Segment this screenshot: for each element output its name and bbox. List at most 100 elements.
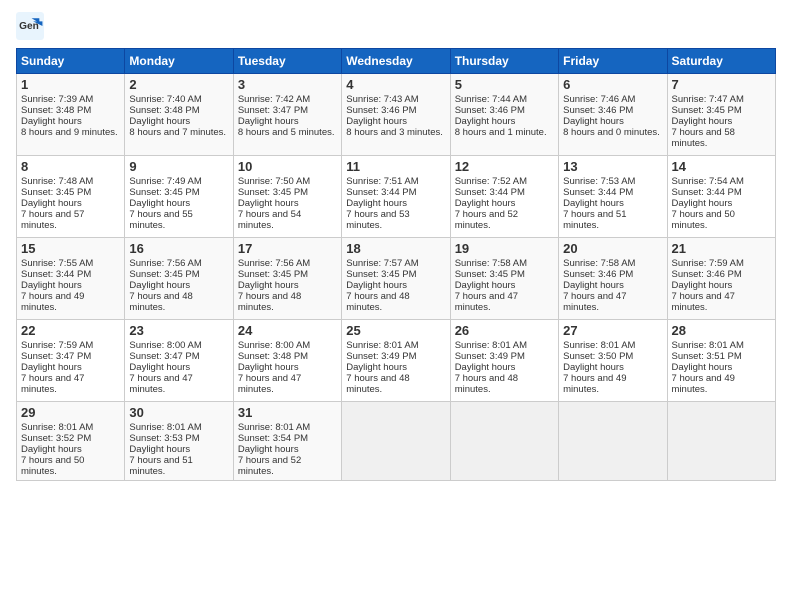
table-row: 21 Sunrise: 7:59 AM Sunset: 3:46 PM Dayl…	[667, 238, 775, 320]
daylight-value: 7 hours and 47 minutes.	[238, 373, 301, 395]
daylight-label: Daylight hours	[238, 116, 299, 127]
daylight-value: 7 hours and 54 minutes.	[238, 209, 301, 231]
calendar-week-row: 15 Sunrise: 7:55 AM Sunset: 3:44 PM Dayl…	[17, 238, 776, 320]
daylight-value: 8 hours and 3 minutes.	[346, 127, 443, 138]
day-number: 17	[238, 241, 337, 256]
daylight-value: 7 hours and 48 minutes.	[129, 291, 192, 313]
daylight-label: Daylight hours	[129, 362, 190, 373]
daylight-value: 7 hours and 50 minutes.	[672, 209, 735, 231]
sunset-label: Sunset: 3:44 PM	[455, 187, 525, 198]
daylight-label: Daylight hours	[21, 116, 82, 127]
table-row: 29 Sunrise: 8:01 AM Sunset: 3:52 PM Dayl…	[17, 402, 125, 481]
day-number: 23	[129, 323, 228, 338]
daylight-label: Daylight hours	[672, 280, 733, 291]
header: Gen	[16, 12, 776, 40]
sunset-label: Sunset: 3:49 PM	[455, 351, 525, 362]
table-row: 3 Sunrise: 7:42 AM Sunset: 3:47 PM Dayli…	[233, 74, 341, 156]
sunset-label: Sunset: 3:48 PM	[129, 105, 199, 116]
sunrise-label: Sunrise: 7:59 AM	[672, 258, 744, 269]
sunrise-label: Sunrise: 7:49 AM	[129, 176, 201, 187]
daylight-label: Daylight hours	[346, 280, 407, 291]
table-row: 22 Sunrise: 7:59 AM Sunset: 3:47 PM Dayl…	[17, 320, 125, 402]
daylight-value: 7 hours and 48 minutes.	[238, 291, 301, 313]
sunrise-label: Sunrise: 7:56 AM	[129, 258, 201, 269]
sunset-label: Sunset: 3:46 PM	[455, 105, 525, 116]
daylight-label: Daylight hours	[563, 362, 624, 373]
day-number: 8	[21, 159, 120, 174]
sunrise-label: Sunrise: 7:59 AM	[21, 340, 93, 351]
daylight-label: Daylight hours	[238, 280, 299, 291]
sunset-label: Sunset: 3:48 PM	[21, 105, 91, 116]
sunrise-label: Sunrise: 8:01 AM	[21, 422, 93, 433]
sunrise-label: Sunrise: 8:01 AM	[238, 422, 310, 433]
table-row: 17 Sunrise: 7:56 AM Sunset: 3:45 PM Dayl…	[233, 238, 341, 320]
daylight-value: 7 hours and 48 minutes.	[346, 291, 409, 313]
sunrise-label: Sunrise: 7:56 AM	[238, 258, 310, 269]
daylight-label: Daylight hours	[455, 198, 516, 209]
col-thursday: Thursday	[450, 49, 558, 74]
table-row: 2 Sunrise: 7:40 AM Sunset: 3:48 PM Dayli…	[125, 74, 233, 156]
daylight-value: 7 hours and 49 minutes.	[672, 373, 735, 395]
table-row: 24 Sunrise: 8:00 AM Sunset: 3:48 PM Dayl…	[233, 320, 341, 402]
daylight-label: Daylight hours	[129, 280, 190, 291]
daylight-value: 7 hours and 48 minutes.	[346, 373, 409, 395]
day-number: 11	[346, 159, 445, 174]
sunset-label: Sunset: 3:45 PM	[455, 269, 525, 280]
sunrise-label: Sunrise: 7:50 AM	[238, 176, 310, 187]
sunrise-label: Sunrise: 7:53 AM	[563, 176, 635, 187]
table-row: 7 Sunrise: 7:47 AM Sunset: 3:45 PM Dayli…	[667, 74, 775, 156]
sunset-label: Sunset: 3:48 PM	[238, 351, 308, 362]
daylight-label: Daylight hours	[129, 198, 190, 209]
daylight-value: 8 hours and 7 minutes.	[129, 127, 226, 138]
sunrise-label: Sunrise: 8:01 AM	[672, 340, 744, 351]
day-number: 6	[563, 77, 662, 92]
table-row: 14 Sunrise: 7:54 AM Sunset: 3:44 PM Dayl…	[667, 156, 775, 238]
sunrise-label: Sunrise: 8:00 AM	[238, 340, 310, 351]
sunrise-label: Sunrise: 8:01 AM	[455, 340, 527, 351]
sunrise-label: Sunrise: 8:01 AM	[129, 422, 201, 433]
daylight-label: Daylight hours	[672, 198, 733, 209]
day-number: 7	[672, 77, 771, 92]
daylight-value: 7 hours and 51 minutes.	[563, 209, 626, 231]
col-wednesday: Wednesday	[342, 49, 450, 74]
daylight-label: Daylight hours	[21, 280, 82, 291]
col-tuesday: Tuesday	[233, 49, 341, 74]
table-row: 31 Sunrise: 8:01 AM Sunset: 3:54 PM Dayl…	[233, 402, 341, 481]
day-number: 1	[21, 77, 120, 92]
sunrise-label: Sunrise: 7:54 AM	[672, 176, 744, 187]
day-number: 3	[238, 77, 337, 92]
table-row: 12 Sunrise: 7:52 AM Sunset: 3:44 PM Dayl…	[450, 156, 558, 238]
daylight-value: 7 hours and 52 minutes.	[455, 209, 518, 231]
sunset-label: Sunset: 3:45 PM	[346, 269, 416, 280]
col-sunday: Sunday	[17, 49, 125, 74]
sunrise-label: Sunrise: 8:00 AM	[129, 340, 201, 351]
daylight-value: 7 hours and 47 minutes.	[455, 291, 518, 313]
col-saturday: Saturday	[667, 49, 775, 74]
day-number: 28	[672, 323, 771, 338]
daylight-value: 7 hours and 47 minutes.	[21, 373, 84, 395]
day-number: 13	[563, 159, 662, 174]
sunset-label: Sunset: 3:45 PM	[238, 269, 308, 280]
sunset-label: Sunset: 3:46 PM	[672, 269, 742, 280]
sunrise-label: Sunrise: 7:55 AM	[21, 258, 93, 269]
daylight-value: 8 hours and 0 minutes.	[563, 127, 660, 138]
daylight-label: Daylight hours	[346, 116, 407, 127]
day-number: 27	[563, 323, 662, 338]
daylight-value: 7 hours and 50 minutes.	[21, 455, 84, 477]
daylight-value: 7 hours and 47 minutes.	[672, 291, 735, 313]
sunrise-label: Sunrise: 8:01 AM	[563, 340, 635, 351]
calendar-week-row: 22 Sunrise: 7:59 AM Sunset: 3:47 PM Dayl…	[17, 320, 776, 402]
sunset-label: Sunset: 3:45 PM	[129, 187, 199, 198]
day-number: 21	[672, 241, 771, 256]
table-row: 5 Sunrise: 7:44 AM Sunset: 3:46 PM Dayli…	[450, 74, 558, 156]
sunset-label: Sunset: 3:44 PM	[672, 187, 742, 198]
table-row: 28 Sunrise: 8:01 AM Sunset: 3:51 PM Dayl…	[667, 320, 775, 402]
logo-icon: Gen	[16, 12, 44, 40]
daylight-value: 7 hours and 57 minutes.	[21, 209, 84, 231]
sunrise-label: Sunrise: 7:47 AM	[672, 94, 744, 105]
calendar-week-row: 8 Sunrise: 7:48 AM Sunset: 3:45 PM Dayli…	[17, 156, 776, 238]
sunrise-label: Sunrise: 7:52 AM	[455, 176, 527, 187]
table-row: 15 Sunrise: 7:55 AM Sunset: 3:44 PM Dayl…	[17, 238, 125, 320]
sunset-label: Sunset: 3:45 PM	[238, 187, 308, 198]
sunset-label: Sunset: 3:46 PM	[346, 105, 416, 116]
